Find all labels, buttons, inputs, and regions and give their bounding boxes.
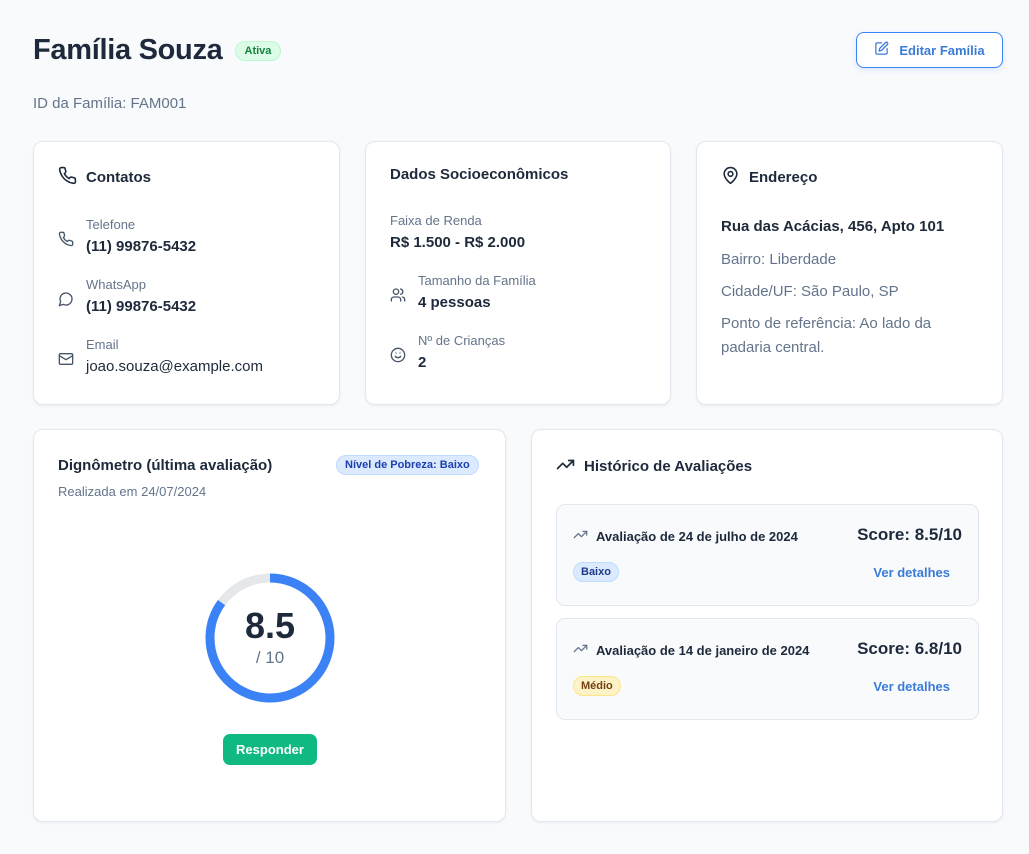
family-size-label: Tamanho da Família [418,273,536,288]
family-size-value: 4 pessoas [418,294,491,311]
address-street: Rua das Acácias, 456, Apto 101 [721,218,945,235]
dignometer-title: Dignômetro (última avaliação) [58,457,273,474]
address-title-label: Endereço [749,169,818,186]
view-details-link[interactable]: Ver detalhes [873,679,950,694]
income-label: Faixa de Renda [390,213,482,228]
page-header: Família Souza Ativa [33,34,282,67]
email-label: Email [86,337,119,352]
contacts-card: Contatos Telefone (11) 99876-5432 WhatsA… [33,141,340,405]
pencil-square-icon [874,41,889,59]
phone-row: Telefone (11) 99876-5432 [58,217,196,255]
address-title: Endereço [721,166,817,189]
map-pin-icon [721,166,740,189]
history-card: Histórico de Avaliações Avaliação de 24 … [531,429,1003,822]
family-id: ID da Família: FAM001 [33,95,187,112]
income-value: R$ 1.500 - R$ 2.000 [390,234,526,251]
income-row: Faixa de Renda R$ 1.500 - R$ 2.000 [390,213,525,251]
family-size-row: Tamanho da Família 4 pessoas [390,273,536,311]
evaluation-title-label: Avaliação de 24 de julho de 2024 [596,528,798,544]
phone-icon [58,166,77,189]
whatsapp-row: WhatsApp (11) 99876-5432 [58,277,196,315]
email-value: joao.souza@example.com [86,358,263,375]
poverty-level-badge: Nível de Pobreza: Baixo [336,455,479,475]
gauge-score: 8.5 [244,605,296,646]
phone-icon [58,231,74,247]
contacts-title: Contatos [58,166,151,189]
mail-icon [58,351,74,367]
evaluation-title-label: Avaliação de 14 de janeiro de 2024 [596,642,810,658]
page-title: Família Souza [33,34,223,66]
address-district: Bairro: Liberdade [721,251,837,268]
view-details-link[interactable]: Ver detalhes [873,565,950,580]
respond-button[interactable]: Responder [223,734,317,765]
whatsapp-value: (11) 99876-5432 [86,298,197,315]
users-icon [390,287,406,303]
children-label: Nº de Crianças [418,333,506,348]
dignometer-card: Dignômetro (última avaliação) Nível de P… [33,429,506,822]
history-title-label: Histórico de Avaliações [584,458,753,475]
socioeconomic-card: Dados Socioeconômicos Faixa de Renda R$ … [365,141,671,405]
smile-icon [390,347,406,363]
trending-up-icon [556,455,575,478]
evaluation-item: Avaliação de 24 de julho de 2024 Score: … [556,504,979,606]
address-card: Endereço Rua das Acácias, 456, Apto 101 … [696,141,1003,405]
edit-family-button[interactable]: Editar Família [856,32,1003,68]
socioeconomic-title: Dados Socioeconômicos [390,166,569,183]
trending-up-icon [573,527,588,545]
history-title: Histórico de Avaliações [556,455,752,478]
email-row: Email joao.souza@example.com [58,337,263,375]
gauge-max: / 10 [255,648,285,667]
evaluation-score: Score: 6.8/10 [857,639,962,658]
evaluation-title: Avaliação de 14 de janeiro de 2024 [573,641,809,659]
contacts-title-label: Contatos [86,169,151,186]
phone-label: Telefone [86,217,136,232]
address-reference: Ponto de referência: Ao lado da padaria … [721,315,932,356]
evaluation-score: Score: 8.5/10 [857,525,962,544]
children-value: 2 [418,354,427,371]
address-city: Cidade/UF: São Paulo, SP [721,283,899,300]
phone-value: (11) 99876-5432 [86,238,197,255]
status-badge: Ativa [234,40,282,61]
children-row: Nº de Crianças 2 [390,333,505,371]
whatsapp-label: WhatsApp [86,277,146,292]
message-circle-icon [58,291,74,307]
evaluation-level-badge: Médio [573,676,621,696]
edit-family-label: Editar Família [899,42,985,58]
trending-up-icon [573,641,588,659]
evaluation-level-badge: Baixo [573,562,619,582]
assessment-date: Realizada em 24/07/2024 [58,484,207,499]
evaluation-item: Avaliação de 14 de janeiro de 2024 Score… [556,618,979,720]
evaluation-title: Avaliação de 24 de julho de 2024 [573,527,798,545]
